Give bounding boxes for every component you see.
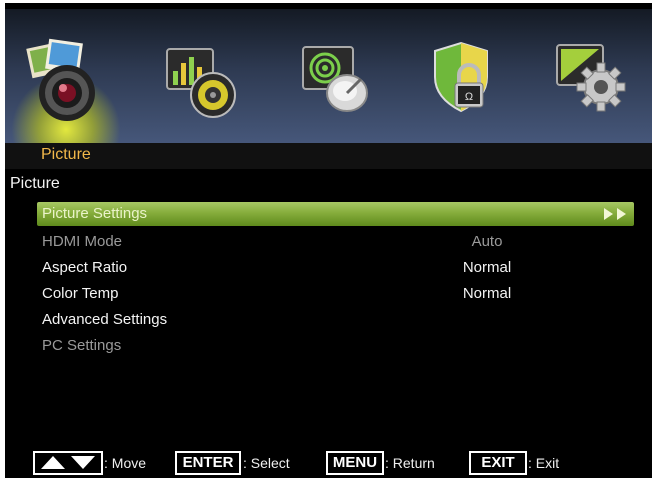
menu-item-picture-settings[interactable]: Picture Settings	[37, 202, 634, 226]
picture-camera-icon	[26, 38, 95, 121]
tab-picture[interactable]	[23, 37, 99, 125]
lock-shield-icon: Ω	[434, 41, 488, 113]
menu-item-label: PC Settings	[42, 337, 122, 354]
exit-hint: : Exit	[528, 455, 560, 471]
move-key	[33, 451, 103, 475]
menu-item-advanced-settings[interactable]: Advanced Settings	[37, 308, 634, 332]
move-hint: : Move	[104, 455, 147, 471]
tab-title-bar	[5, 143, 652, 169]
submenu-arrow-icon	[604, 208, 626, 220]
menu-tab-bar: Ω	[5, 9, 652, 153]
menu-item-label: HDMI Mode	[42, 233, 123, 250]
up-down-arrows-icon	[41, 456, 95, 469]
menu-item-label: Aspect Ratio	[42, 259, 128, 276]
menu-item-label: Advanced Settings	[42, 311, 168, 328]
menu-item-pc-settings: PC Settings	[37, 334, 634, 358]
menu-item-color-temp[interactable]: Color Temp Normal	[37, 282, 634, 306]
key-hint-bar: : Move ENTER : Select MENU : Return EXIT…	[5, 449, 652, 478]
menu-item-value: Normal	[462, 259, 512, 276]
tv-osd-screen: Ω Picture Picture Picture Settings HDMI …	[5, 3, 652, 478]
audio-speaker-icon	[166, 48, 236, 118]
tab-setup[interactable]	[553, 37, 629, 125]
menu-item-aspect-ratio[interactable]: Aspect Ratio Normal	[37, 256, 634, 280]
tab-title: Picture	[41, 146, 91, 163]
return-hint: : Return	[385, 455, 435, 471]
menu-item-label: Color Temp	[42, 285, 119, 302]
select-hint: : Select	[243, 455, 290, 471]
menu-key: MENU	[326, 451, 384, 475]
enter-key: ENTER	[175, 451, 241, 475]
menu-item-label: Picture Settings	[42, 205, 148, 222]
menu-title: Picture	[10, 175, 60, 192]
setup-gear-icon	[556, 44, 626, 112]
tab-audio[interactable]	[163, 37, 239, 125]
channel-satellite-icon	[302, 46, 368, 112]
menu-item-value: Auto	[471, 233, 503, 250]
svg-text:Ω: Ω	[465, 91, 473, 103]
menu-item-hdmi-mode: HDMI Mode Auto	[37, 230, 634, 254]
exit-key: EXIT	[469, 451, 527, 475]
tab-channel[interactable]	[299, 37, 375, 125]
menu-item-value: Normal	[462, 285, 512, 302]
tab-lock[interactable]: Ω	[427, 37, 503, 125]
